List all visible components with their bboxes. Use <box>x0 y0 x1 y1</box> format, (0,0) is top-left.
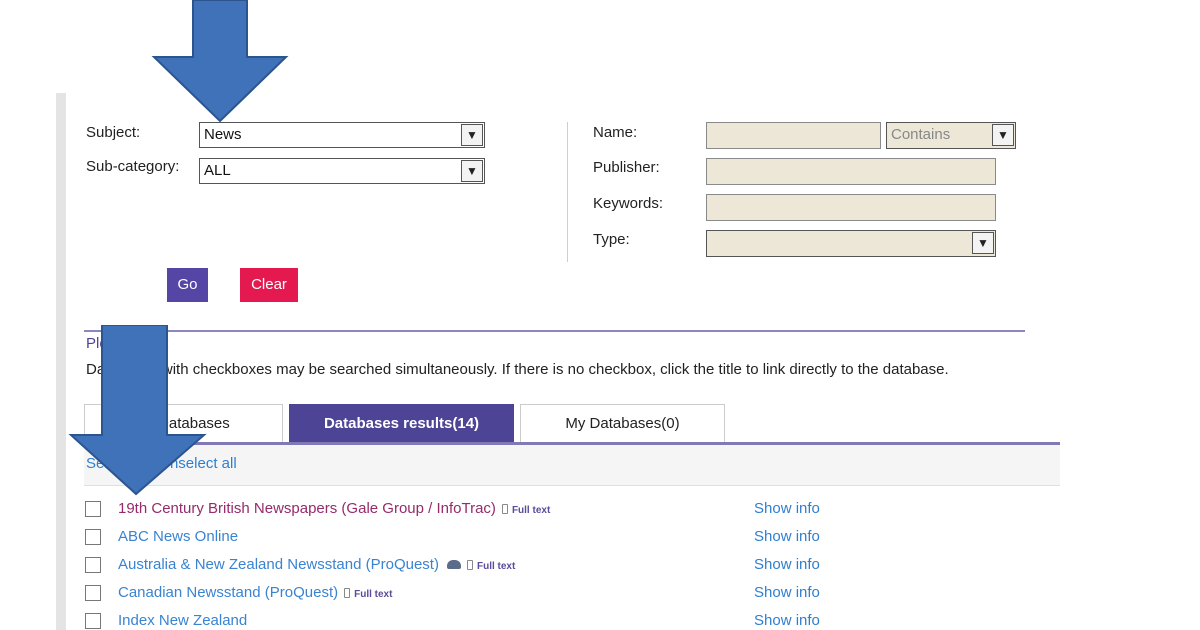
tab-my-databases[interactable]: My Databases(0) <box>520 404 725 442</box>
publisher-label: Publisher: <box>593 159 660 176</box>
mobile-icon <box>344 588 351 598</box>
full-text-badge: Full text <box>501 504 551 516</box>
show-info-link[interactable]: Show info <box>754 584 820 601</box>
column-divider <box>567 122 568 262</box>
result-row-0: 19th Century British Newspapers (Gale Gr… <box>118 500 550 517</box>
result-checkbox[interactable] <box>85 501 101 517</box>
full-text-label: Full text <box>476 561 516 572</box>
subcategory-select-value: ALL <box>204 162 231 179</box>
result-row-1: ABC News Online <box>118 528 238 545</box>
result-title-link[interactable]: Australia & New Zealand Newsstand (ProQu… <box>118 556 439 573</box>
note-text: Databases with checkboxes may be searche… <box>86 361 949 378</box>
show-info-link[interactable]: Show info <box>754 500 820 517</box>
chevron-down-icon[interactable]: ▼ <box>461 124 483 146</box>
result-title-link[interactable]: Index New Zealand <box>118 612 247 629</box>
result-title-link[interactable]: ABC News Online <box>118 528 238 545</box>
result-row-2: Australia & New Zealand Newsstand (ProQu… <box>118 556 515 573</box>
name-input[interactable] <box>706 122 881 149</box>
full-text-label: Full text <box>354 589 393 600</box>
go-button[interactable]: Go <box>167 268 208 302</box>
type-select[interactable]: ▼ <box>706 230 996 257</box>
result-title-link[interactable]: Canadian Newsstand (ProQuest) <box>118 584 338 601</box>
subject-label: Subject: <box>86 124 141 141</box>
mobile-icon <box>466 560 473 570</box>
chevron-down-icon[interactable]: ▼ <box>992 124 1014 146</box>
type-label: Type: <box>593 231 630 248</box>
keywords-label: Keywords: <box>593 195 664 212</box>
result-row-4: Index New Zealand <box>118 612 247 629</box>
result-checkbox[interactable] <box>85 529 101 545</box>
section-divider <box>84 330 1025 332</box>
result-title-link[interactable]: 19th Century British Newspapers (Gale Gr… <box>118 500 496 517</box>
name-match-value: Contains <box>891 126 951 143</box>
chevron-down-icon[interactable]: ▼ <box>461 160 483 182</box>
show-info-link[interactable]: Show info <box>754 556 820 573</box>
subject-select[interactable]: News ▼ <box>199 122 485 148</box>
result-row-3: Canadian Newsstand (ProQuest) Full text <box>118 584 392 601</box>
name-label: Name: <box>593 124 638 141</box>
tab-databases-results[interactable]: Databases results(14) <box>289 404 514 442</box>
clear-button[interactable]: Clear <box>240 268 298 302</box>
subcategory-label: Sub-category: <box>86 158 180 175</box>
show-info-link[interactable]: Show info <box>754 612 820 629</box>
result-checkbox[interactable] <box>85 557 101 573</box>
publisher-input[interactable] <box>706 158 996 185</box>
chevron-down-icon[interactable]: ▼ <box>972 232 994 254</box>
annotation-arrow-down-icon <box>151 0 289 123</box>
full-text-badge: Full text <box>344 588 393 600</box>
keywords-input[interactable] <box>706 194 996 221</box>
annotation-arrow-down-icon <box>68 325 207 496</box>
show-info-link[interactable]: Show info <box>754 528 820 545</box>
result-checkbox[interactable] <box>85 585 101 601</box>
name-match-select[interactable]: Contains ▼ <box>886 122 1016 149</box>
result-checkbox[interactable] <box>85 613 101 629</box>
left-border <box>56 93 66 630</box>
mobile-icon <box>501 504 508 514</box>
people-icon <box>446 560 461 569</box>
subcategory-select[interactable]: ALL ▼ <box>199 158 485 184</box>
subject-select-value: News <box>204 126 242 143</box>
full-text-badge: Full text <box>466 560 516 572</box>
full-text-label: Full text <box>511 505 551 516</box>
